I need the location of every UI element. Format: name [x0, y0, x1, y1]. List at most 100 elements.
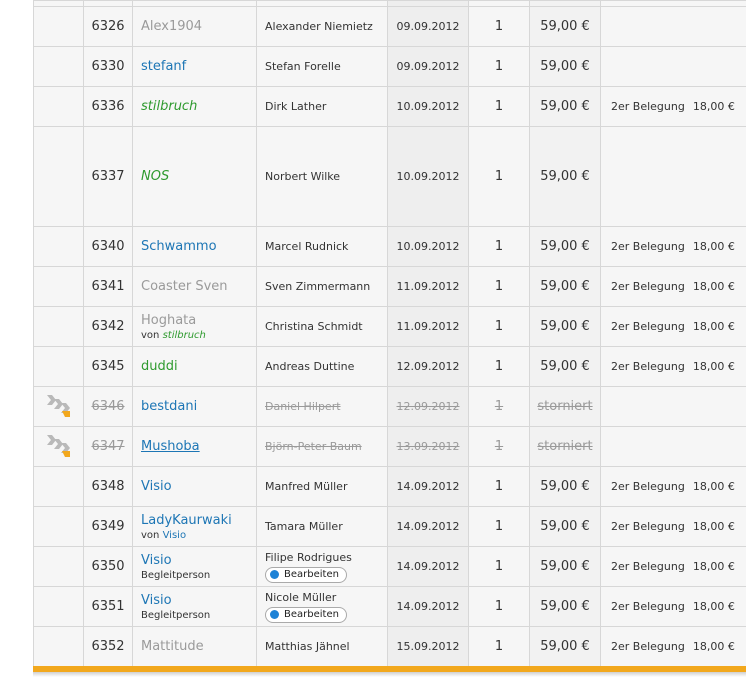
user-link[interactable]: duddi — [141, 358, 256, 375]
user-link[interactable]: Mattitude — [141, 638, 256, 655]
row-icon-cell — [33, 626, 84, 667]
registration-date: 11.09.2012 — [387, 306, 469, 347]
double-chevron-icon[interactable] — [44, 392, 74, 418]
row-id: 6351 — [83, 586, 133, 627]
edit-button[interactable]: Bearbeiten — [265, 606, 347, 623]
price: 59,00 € — [529, 346, 601, 387]
registrations-table: 6326 Alex1904 Alexander Niemietz 09.09.2… — [33, 0, 746, 667]
row-id: 6341 — [83, 266, 133, 307]
user-link[interactable]: Coaster Sven — [141, 278, 256, 295]
row-icon-cell — [33, 506, 84, 547]
registration-date: 14.09.2012 — [387, 546, 469, 587]
price: 59,00 € — [529, 626, 601, 667]
referrer-link[interactable]: Visio — [163, 530, 187, 541]
edit-button-label: Bearbeiten — [284, 608, 339, 620]
quantity: 1 — [468, 626, 530, 667]
extra-option: 2er Belegung 18,00 € — [600, 266, 746, 307]
registration-date: 09.09.2012 — [387, 6, 469, 47]
user-link[interactable]: Mushoba — [141, 438, 256, 455]
participant-name: Norbert Wilke — [256, 126, 388, 227]
extra-option: 2er Belegung 18,00 € — [600, 226, 746, 267]
row-id: 6352 — [83, 626, 133, 667]
price-status: storniert — [537, 399, 593, 414]
table-row: 6352 Mattitude Matthias Jähnel 15.09.201… — [33, 626, 746, 667]
user-link[interactable]: Schwammo — [141, 238, 256, 255]
referrer-line: von Visio — [141, 529, 187, 541]
user-link[interactable]: bestdani — [141, 398, 256, 415]
row-id: 6346 — [91, 399, 125, 414]
table-row: 6330 stefanf Stefan Forelle 09.09.2012 1… — [33, 46, 746, 87]
user-link[interactable]: LadyKaurwaki — [141, 512, 256, 529]
row-id: 6326 — [83, 6, 133, 47]
price: 59,00 € — [529, 306, 601, 347]
quantity: 1 — [468, 466, 530, 507]
registration-date: 15.09.2012 — [387, 626, 469, 667]
price: 59,00 € — [529, 226, 601, 267]
row-icon-cell — [33, 306, 84, 347]
row-icon-cell — [33, 86, 84, 127]
participant-name: Nicole Müller — [265, 590, 337, 604]
registration-date: 10.09.2012 — [387, 126, 469, 227]
double-chevron-icon[interactable] — [44, 432, 74, 458]
table-row: 6348 Visio Manfred Müller 14.09.2012 1 5… — [33, 466, 746, 507]
table-row: 6349 LadyKaurwaki von Visio Tamara Mülle… — [33, 506, 746, 547]
quantity: 1 — [494, 439, 504, 454]
extra-option: 2er Belegung 18,00 € — [600, 506, 746, 547]
participant-name: Sven Zimmermann — [256, 266, 388, 307]
row-id: 6340 — [83, 226, 133, 267]
participant-name: Manfred Müller — [256, 466, 388, 507]
participant-name: Daniel Hilpert — [265, 400, 341, 413]
extra-option: 2er Belegung 18,00 € — [600, 346, 746, 387]
extra-option: 2er Belegung 18,00 € — [600, 86, 746, 127]
table-row: 6341 Coaster Sven Sven Zimmermann 11.09.… — [33, 266, 746, 307]
extra-option — [600, 386, 746, 427]
dot-icon — [270, 610, 279, 619]
user-link[interactable]: stefanf — [141, 58, 256, 75]
row-id: 6342 — [83, 306, 133, 347]
row-icon-cell — [33, 546, 84, 587]
registration-date: 13.09.2012 — [396, 440, 460, 453]
participant-name: Marcel Rudnick — [256, 226, 388, 267]
registration-date: 11.09.2012 — [387, 266, 469, 307]
row-id: 6337 — [83, 126, 133, 227]
price: 59,00 € — [529, 266, 601, 307]
table-row: 6336 stilbruch Dirk Lather 10.09.2012 1 … — [33, 86, 746, 127]
referrer-link[interactable]: stilbruch — [163, 330, 206, 341]
quantity: 1 — [468, 506, 530, 547]
participant-name: Björn-Peter Baum — [265, 440, 362, 453]
row-icon-cell — [33, 226, 84, 267]
registration-date: 14.09.2012 — [387, 506, 469, 547]
table-row-cancelled: 6346 bestdani Daniel Hilpert 12.09.2012 … — [33, 386, 746, 427]
user-link[interactable]: Visio — [141, 552, 256, 569]
user-link[interactable]: Visio — [141, 478, 256, 495]
edit-button[interactable]: Bearbeiten — [265, 566, 347, 583]
row-id: 6330 — [83, 46, 133, 87]
row-icon-cell — [33, 586, 84, 627]
registration-date: 09.09.2012 — [387, 46, 469, 87]
quantity: 1 — [468, 586, 530, 627]
quantity: 1 — [468, 46, 530, 87]
row-icon-cell — [33, 466, 84, 507]
row-icon-cell — [33, 6, 84, 47]
quantity: 1 — [468, 86, 530, 127]
user-link[interactable]: Visio — [141, 592, 256, 609]
price: 59,00 € — [529, 46, 601, 87]
user-link[interactable]: NOS — [141, 168, 256, 185]
registration-date: 12.09.2012 — [396, 400, 460, 413]
table-row: 6342 Hoghata von stilbruch Christina Sch… — [33, 306, 746, 347]
row-id: 6348 — [83, 466, 133, 507]
user-link[interactable]: stilbruch — [141, 98, 256, 115]
row-id: 6350 — [83, 546, 133, 587]
extra-option — [600, 46, 746, 87]
row-icon-cell — [33, 126, 84, 227]
extra-option: 2er Belegung 18,00 € — [600, 586, 746, 627]
quantity: 1 — [468, 346, 530, 387]
registration-date: 10.09.2012 — [387, 86, 469, 127]
registration-date: 14.09.2012 — [387, 586, 469, 627]
table-row: 6340 Schwammo Marcel Rudnick 10.09.2012 … — [33, 226, 746, 267]
user-link[interactable]: Hoghata — [141, 312, 256, 329]
user-link[interactable]: Alex1904 — [141, 18, 256, 35]
registration-date: 14.09.2012 — [387, 466, 469, 507]
participant-name: Stefan Forelle — [256, 46, 388, 87]
row-icon-cell — [33, 46, 84, 87]
